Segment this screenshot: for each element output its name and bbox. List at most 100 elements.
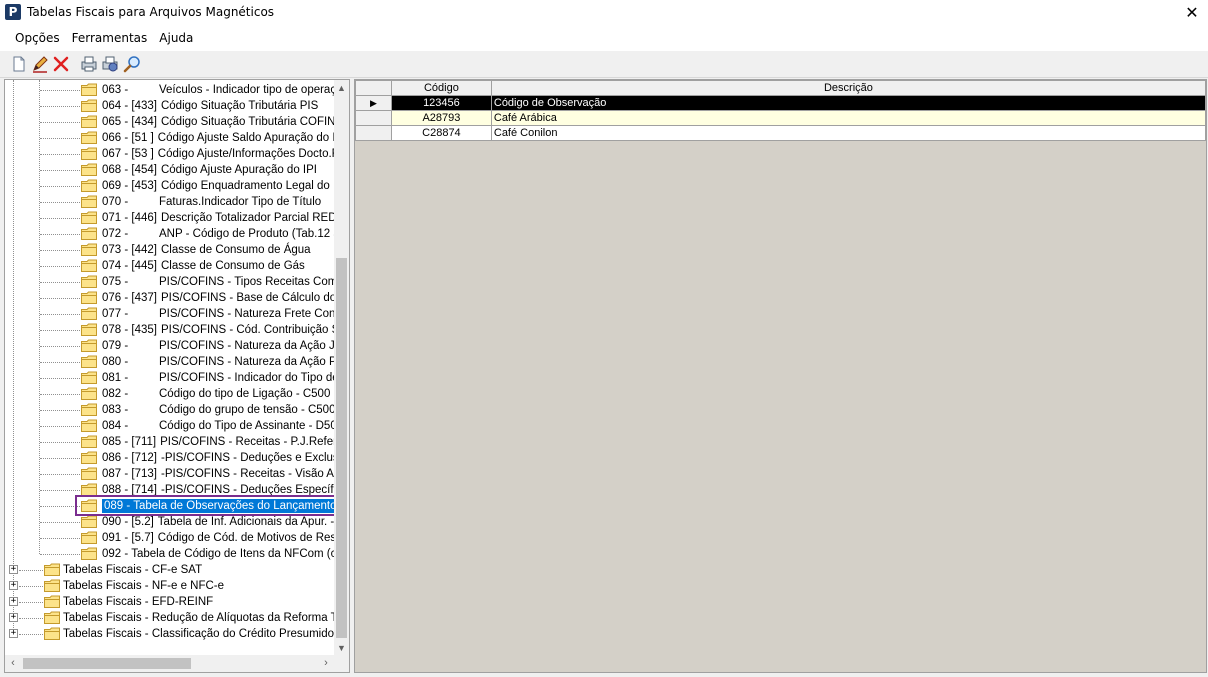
tree-connector	[40, 154, 80, 155]
tree-item-code: 064 - [433]	[102, 100, 157, 112]
tree-item[interactable]: 082 - Código do tipo de Ligação - C500 (S…	[5, 386, 335, 402]
print-icon[interactable]	[80, 55, 98, 73]
cell-descricao[interactable]: Café Arábica	[490, 110, 1207, 126]
tree-root-item[interactable]: + Tabelas Fiscais - Classificação do Créd…	[5, 626, 335, 642]
tree-item-label: 068 - [454] Código Ajuste Apuração do IPI	[102, 163, 317, 177]
tree-item[interactable]: 084 - Código do Tipo de Assinante - D500	[5, 418, 335, 434]
row-indicator-header	[355, 80, 392, 96]
tree-root-item[interactable]: + Tabelas Fiscais - Redução de Alíquotas …	[5, 610, 335, 626]
folder-icon	[81, 387, 97, 400]
tree-item[interactable]: 073 - [442] Classe de Consumo de Água	[5, 242, 335, 258]
tree-item[interactable]: 066 - [51 ] Código Ajuste Saldo Apuração …	[5, 130, 335, 146]
tree-connector	[40, 90, 80, 91]
expand-plus-icon[interactable]: +	[9, 597, 18, 606]
tree-root-item[interactable]: + Tabelas Fiscais - CF-e SAT	[5, 562, 335, 578]
tree-connector	[40, 202, 80, 203]
tree-connector	[40, 442, 80, 443]
tree-item-label: 063 - Veículos - Indicador tipo de operaç…	[102, 83, 335, 97]
delete-x-icon[interactable]	[52, 55, 70, 73]
edit-pencil-icon[interactable]	[31, 55, 49, 73]
column-header-codigo[interactable]: Código	[390, 80, 492, 96]
folder-icon	[81, 339, 97, 352]
tree-item[interactable]: 079 - PIS/COFINS - Natureza da Ação Jud	[5, 338, 335, 354]
tree-item-label: 075 - PIS/COFINS - Tipos Receitas Comun	[102, 275, 335, 289]
scroll-down-icon[interactable]: ▼	[334, 640, 349, 656]
menu-ajuda[interactable]: Ajuda	[153, 31, 199, 45]
tree-item-code: 086 - [712]	[102, 452, 157, 464]
tree-item[interactable]: 068 - [454] Código Ajuste Apuração do IPI	[5, 162, 335, 178]
cell-codigo[interactable]: A28793	[390, 110, 492, 126]
tree-item[interactable]: 063 - Veículos - Indicador tipo de operaç…	[5, 82, 335, 98]
scroll-left-icon[interactable]: ‹	[5, 655, 21, 672]
tree-item[interactable]: 085 - [711] PIS/COFINS - Receitas - P.J.R…	[5, 434, 335, 450]
tree-item[interactable]: 089 - Tabela de Observações do Lançament…	[5, 498, 335, 514]
column-header-descricao[interactable]: Descrição	[490, 80, 1207, 96]
cell-codigo[interactable]: C28874	[390, 125, 492, 141]
tree-item-text: Código Situação Tributária COFINS	[160, 116, 335, 128]
tree-item-code: 073 - [442]	[102, 244, 157, 256]
new-document-icon[interactable]	[10, 55, 28, 73]
tree-item-code: 071 - [446]	[102, 212, 157, 224]
tree-item[interactable]: 078 - [435] PIS/COFINS - Cód. Contribuiçã…	[5, 322, 335, 338]
cell-codigo[interactable]: 123456	[390, 95, 492, 111]
tree-horizontal-scrollbar[interactable]: ‹ ›	[5, 655, 349, 672]
folder-icon	[81, 483, 97, 496]
tree-item[interactable]: 090 - [5.2] Tabela de Inf. Adicionais da …	[5, 514, 335, 530]
row-indicator-icon[interactable]: ▶	[355, 95, 392, 111]
records-grid[interactable]: Código Descrição ▶ 123456 Código de Observ…	[354, 79, 1207, 673]
scroll-thumb-horizontal[interactable]	[23, 658, 191, 669]
expand-plus-icon[interactable]: +	[9, 613, 18, 622]
tree-connector	[40, 506, 80, 507]
tree-item[interactable]: 075 - PIS/COFINS - Tipos Receitas Comun	[5, 274, 335, 290]
tree-item[interactable]: 065 - [434] Código Situação Tributária CO…	[5, 114, 335, 130]
window-title: Tabelas Fiscais para Arquivos Magnéticos	[27, 5, 275, 19]
tree-connector	[40, 330, 80, 331]
tree-item[interactable]: 074 - [445] Classe de Consumo de Gás	[5, 258, 335, 274]
tree-item[interactable]: 071 - [446] Descrição Totalizador Parcial…	[5, 210, 335, 226]
tree-item[interactable]: 070 - Faturas.Indicador Tipo de Título	[5, 194, 335, 210]
search-magnifier-icon[interactable]	[123, 55, 141, 73]
row-indicator-icon[interactable]	[355, 125, 392, 141]
tree-item[interactable]: 086 - [712] -PIS/COFINS - Deduções e Excl…	[5, 450, 335, 466]
close-button[interactable]: ✕	[1176, 0, 1208, 25]
tree-item[interactable]: 072 - ANP - Código de Produto (Tab.12 SI	[5, 226, 335, 242]
table-row[interactable]: C28874 Café Conilon	[355, 125, 1207, 141]
expand-plus-icon[interactable]: +	[9, 629, 18, 638]
print-setup-icon[interactable]	[101, 55, 119, 73]
scroll-right-icon[interactable]: ›	[318, 655, 334, 672]
tree-item[interactable]: 064 - [433] Código Situação Tributária PI…	[5, 98, 335, 114]
expand-plus-icon[interactable]: +	[9, 581, 18, 590]
cell-descricao[interactable]: Código de Observação	[490, 95, 1207, 111]
tree-item[interactable]: 081 - PIS/COFINS - Indicador do Tipo de C	[5, 370, 335, 386]
tree-item[interactable]: 087 - [713] -PIS/COFINS - Receitas - Visã…	[5, 466, 335, 482]
tree-root-item[interactable]: + Tabelas Fiscais - EFD-REINF	[5, 594, 335, 610]
menu-ferramentas[interactable]: Ferramentas	[66, 31, 154, 45]
menu-opcoes[interactable]: Opções	[9, 31, 66, 45]
tree-item-label: 080 - PIS/COFINS - Natureza da Ação Pro	[102, 355, 335, 369]
table-row[interactable]: ▶ 123456 Código de Observação	[355, 95, 1207, 111]
folder-icon	[81, 147, 97, 160]
cell-descricao[interactable]: Café Conilon	[490, 125, 1207, 141]
tree-item[interactable]: 088 - [714] -PIS/COFINS - Deduções Especí…	[5, 482, 335, 498]
tree-item[interactable]: 069 - [453] Código Enquadramento Legal do…	[5, 178, 335, 194]
table-row[interactable]: A28793 Café Arábica	[355, 110, 1207, 126]
tables-tree[interactable]: 063 - Veículos - Indicador tipo de operaç…	[4, 79, 350, 673]
folder-icon	[81, 83, 97, 96]
folder-icon	[81, 435, 97, 448]
tree-vertical-scrollbar[interactable]: ▲ ▼	[334, 80, 349, 656]
expand-plus-icon[interactable]: +	[9, 565, 18, 574]
tree-item[interactable]: 077 - PIS/COFINS - Natureza Frete Contra	[5, 306, 335, 322]
scroll-thumb[interactable]	[336, 258, 347, 638]
tree-item[interactable]: 067 - [53 ] Código Ajuste/Informações Doc…	[5, 146, 335, 162]
tree-item[interactable]: 092 - Tabela de Código de Itens da NFCom…	[5, 546, 335, 562]
tree-root-item[interactable]: + Tabelas Fiscais - NF-e e NFC-e	[5, 578, 335, 594]
tree-item-code: 082 -	[102, 388, 129, 400]
scroll-up-icon[interactable]: ▲	[334, 80, 349, 96]
tree-item[interactable]: 080 - PIS/COFINS - Natureza da Ação Pro	[5, 354, 335, 370]
tree-item-code: 072 -	[102, 228, 129, 240]
tree-item[interactable]: 076 - [437] PIS/COFINS - Base de Cálculo …	[5, 290, 335, 306]
row-indicator-icon[interactable]	[355, 110, 392, 126]
tree-item-text: -PIS/COFINS - Deduções Específicas	[160, 484, 335, 496]
tree-item[interactable]: 083 - Código do grupo de tensão - C500 (S	[5, 402, 335, 418]
tree-item[interactable]: 091 - [5.7] Código de Cód. de Motivos de …	[5, 530, 335, 546]
